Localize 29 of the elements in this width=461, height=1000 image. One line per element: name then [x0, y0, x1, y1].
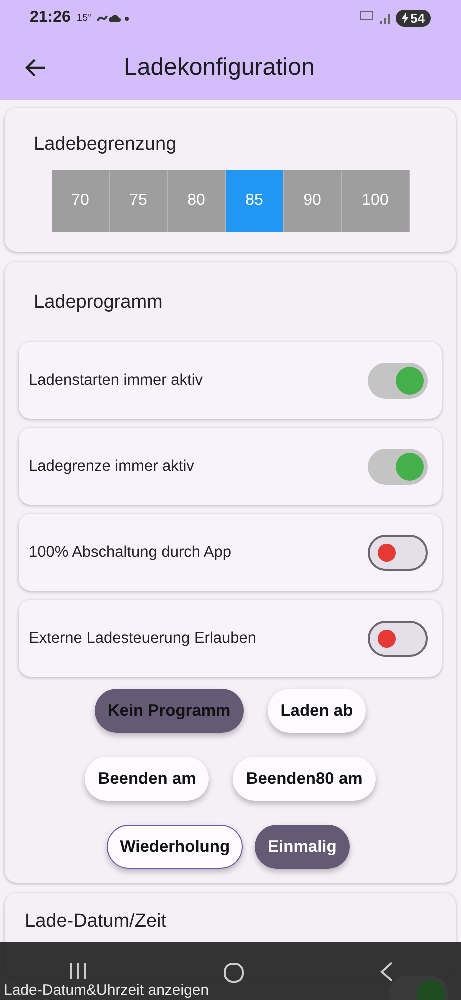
card-title: Lade-Datum/Zeit [25, 911, 168, 933]
limit-option[interactable]: 100 [342, 170, 410, 232]
toggle-switch[interactable] [368, 534, 428, 570]
limit-option[interactable]: 80 [168, 170, 226, 232]
battery-indicator: 54 [396, 10, 431, 26]
program-chip[interactable]: Laden ab [268, 689, 366, 733]
screen-title: Ladekonfiguration [124, 54, 315, 82]
mode-chip[interactable]: Wiederholung [107, 825, 244, 869]
toggle-switch[interactable] [368, 448, 428, 484]
toggle-switch[interactable] [368, 362, 428, 398]
recent-apps-icon [70, 962, 86, 980]
card-title: Ladebegrenzung [34, 134, 178, 156]
temperature: 15° [76, 12, 92, 24]
program-chip[interactable]: Beenden80 am [233, 757, 376, 801]
card-title: Ladeprogramm [34, 292, 164, 314]
switch-label: Externe Ladesteuerung Erlauben [29, 630, 258, 648]
switch-label: Lade-Datum&Uhrzeit anzeigen [4, 982, 210, 999]
program-chip[interactable]: Beenden am [85, 757, 210, 801]
mode-chip[interactable]: Einmalig [255, 825, 350, 869]
clock: 21:26 [30, 9, 71, 27]
limit-option[interactable]: 85 [226, 170, 284, 232]
program-chip[interactable]: Kein Programm [94, 689, 244, 733]
limit-option[interactable]: 70 [52, 170, 110, 232]
switch-label: Ladegrenze immer aktiv [29, 458, 196, 476]
switch-label: 100% Abschaltung durch App [29, 544, 233, 562]
toggle-switch[interactable] [368, 620, 428, 656]
limit-option[interactable]: 75 [110, 170, 168, 232]
switch-label: Ladenstarten immer aktiv [29, 372, 204, 390]
limit-option[interactable]: 90 [284, 170, 342, 232]
